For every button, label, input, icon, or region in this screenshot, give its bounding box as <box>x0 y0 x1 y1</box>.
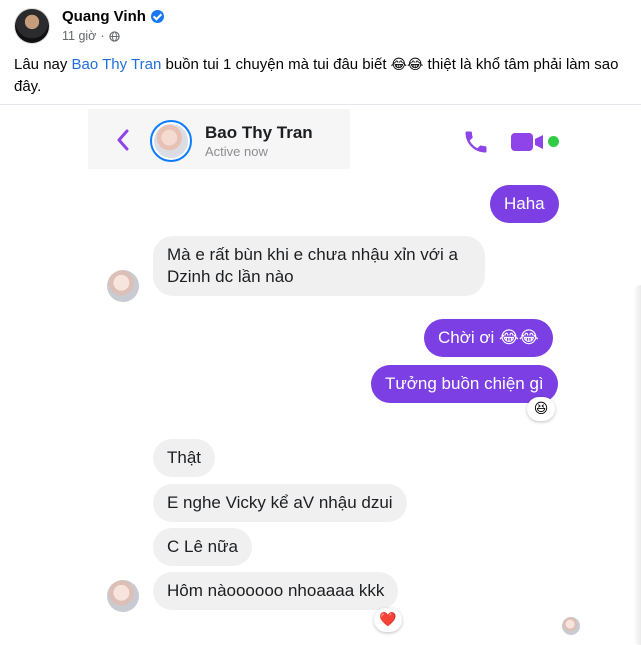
author-name[interactable]: Quang Vinh <box>62 8 146 25</box>
message-bubble-out[interactable]: Haha <box>490 185 559 223</box>
laughing-emoji: 😂😂 <box>390 57 424 73</box>
sender-avatar <box>107 580 139 612</box>
contact-avatar[interactable] <box>150 120 192 162</box>
active-status: Active now <box>205 144 268 159</box>
message-bubble-in[interactable]: E nghe Vicky kể aV nhậu dzui <box>153 484 407 522</box>
author-avatar[interactable] <box>14 8 50 44</box>
message-bubble-out[interactable]: Chời ơi 😂😂 <box>424 319 553 357</box>
verified-badge-icon <box>150 10 164 23</box>
messenger-screenshot[interactable]: Bao Thy Tran Active now Haha Mà e rất bù… <box>0 105 641 645</box>
contact-name: Bao Thy Tran <box>205 123 313 142</box>
author-line: Quang Vinh <box>62 8 164 25</box>
message-bubble-in[interactable]: Thật <box>153 439 216 477</box>
post-time[interactable]: 11 giờ <box>62 29 96 43</box>
heart-reaction[interactable]: ❤️ <box>374 608 402 632</box>
mention-link[interactable]: Bao Thy Tran <box>72 56 162 73</box>
message-bubble-in[interactable]: C Lê nữa <box>153 528 252 566</box>
phone-call-icon[interactable] <box>462 128 490 156</box>
video-call-icon[interactable] <box>510 132 544 152</box>
message-bubble-in[interactable]: Mà e rất bùn khi e chưa nhậu xỉn với a D… <box>153 236 485 296</box>
post-meta: 11 giờ · <box>62 29 120 43</box>
globe-icon[interactable] <box>108 30 120 42</box>
online-indicator <box>548 136 559 147</box>
message-bubble-out[interactable]: Tưởng buồn chiện gì <box>371 365 558 403</box>
back-arrow-icon[interactable] <box>116 129 130 151</box>
seen-avatar <box>562 617 580 635</box>
laugh-reaction[interactable]: 😆 <box>527 397 555 421</box>
sender-avatar <box>107 270 139 302</box>
post-text: Lâu nay Bao Thy Tran buồn tui 1 chuyện m… <box>14 56 619 95</box>
post-header: Quang Vinh 11 giờ · <box>14 4 634 48</box>
message-bubble-in[interactable]: Hôm nàoooooo nhoaaaa kkk <box>153 572 399 610</box>
